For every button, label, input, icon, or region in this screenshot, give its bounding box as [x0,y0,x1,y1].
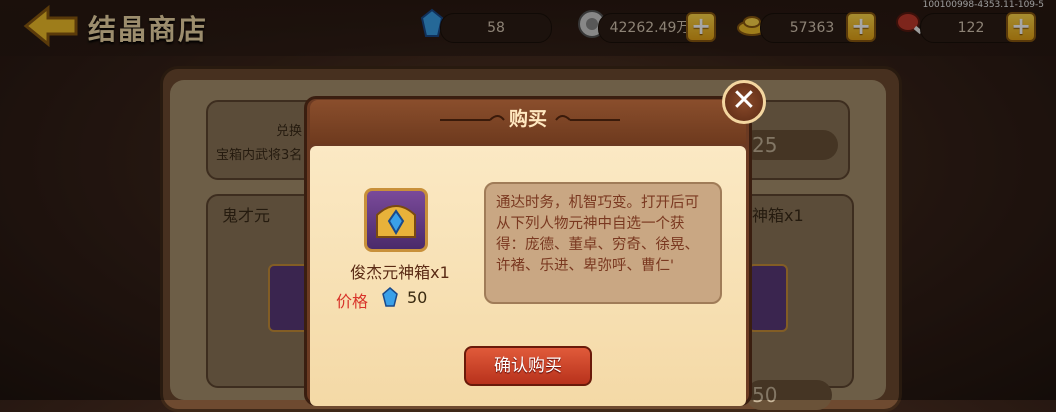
confirm-purchase-button[interactable]: 确认购买 [464,346,592,386]
item-description: 通达时务，机智巧变。打开后可从下列人物元神中自选一个获得：庞德、董卓、穷奇、徐晃… [484,182,722,304]
price-label: 价格 [336,292,369,311]
dialog-title: 购买 [508,108,547,130]
treasure-chest-icon [364,188,428,252]
crystal-price-icon [382,287,398,307]
close-button[interactable]: ✕ [722,80,766,124]
price-value: 50 [407,288,428,307]
item-name: 俊杰元神箱x1 [350,263,450,282]
